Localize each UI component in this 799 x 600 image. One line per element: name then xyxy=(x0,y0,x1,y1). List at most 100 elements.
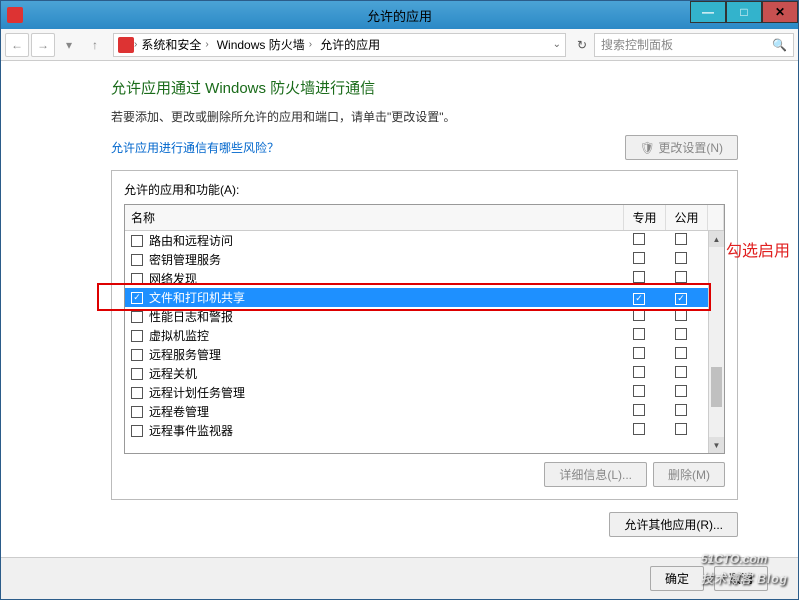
list-row[interactable]: 密钥管理服务 xyxy=(125,250,724,269)
allow-other-app-button[interactable]: 允许其他应用(R)... xyxy=(609,512,738,537)
checkbox[interactable] xyxy=(675,328,687,340)
annotation-text: 勾选启用 xyxy=(726,237,790,261)
app-icon xyxy=(7,7,23,23)
search-placeholder: 搜索控制面板 xyxy=(601,36,673,53)
checkbox[interactable] xyxy=(633,328,645,340)
row-name: 虚拟机监控 xyxy=(149,327,618,344)
checkbox[interactable] xyxy=(633,366,645,378)
checkbox[interactable] xyxy=(675,309,687,321)
panel-label: 允许的应用和功能(A): xyxy=(124,181,725,198)
checkbox[interactable] xyxy=(675,366,687,378)
row-name: 远程计划任务管理 xyxy=(149,384,618,401)
breadcrumb-seg-0[interactable]: 系统和安全› xyxy=(137,36,212,53)
breadcrumb[interactable]: › 系统和安全› Windows 防火墙› 允许的应用 ⌄ xyxy=(113,33,566,57)
scroll-down-button[interactable]: ▼ xyxy=(709,437,724,453)
search-input[interactable]: 搜索控制面板 🔍 xyxy=(594,33,794,57)
content-area: 允许应用通过 Windows 防火墙进行通信 若要添加、更改或删除所允许的应用和… xyxy=(1,61,798,547)
page-heading: 允许应用通过 Windows 防火墙进行通信 xyxy=(111,77,738,98)
shield-icon: 🛡 xyxy=(640,141,655,155)
breadcrumb-seg-2[interactable]: 允许的应用 xyxy=(316,36,384,53)
list-row[interactable]: 远程关机 xyxy=(125,364,724,383)
checkbox[interactable] xyxy=(675,404,687,416)
ok-button[interactable]: 确定 xyxy=(650,566,704,591)
nav-forward-button[interactable]: → xyxy=(31,33,55,57)
list-row[interactable]: 远程服务管理 xyxy=(125,345,724,364)
navigation-bar: ← → ▾ ↑ › 系统和安全› Windows 防火墙› 允许的应用 ⌄ ↻ … xyxy=(1,29,798,61)
checkbox[interactable] xyxy=(131,349,143,361)
checkbox[interactable] xyxy=(675,252,687,264)
checkbox[interactable] xyxy=(633,385,645,397)
row-name: 远程服务管理 xyxy=(149,346,618,363)
col-name[interactable]: 名称 xyxy=(125,205,624,230)
checkbox[interactable]: ✓ xyxy=(675,293,687,305)
checkbox[interactable] xyxy=(131,425,143,437)
dialog-buttons: 确定 取消 xyxy=(1,557,798,599)
breadcrumb-icon xyxy=(118,37,134,53)
checkbox[interactable] xyxy=(131,254,143,266)
checkbox[interactable] xyxy=(675,233,687,245)
apps-list: 名称 专用 公用 路由和远程访问密钥管理服务网络发现 ✓ 文件和打印机共享 ✓ ✓ 性能日… xyxy=(124,204,725,454)
checkbox[interactable]: ✓ xyxy=(633,293,645,305)
window-title: 允许的应用 xyxy=(367,6,432,25)
control-panel-window: 允许的应用 — □ ✕ ← → ▾ ↑ › 系统和安全› Windows 防火墙… xyxy=(0,0,799,600)
checkbox[interactable] xyxy=(633,423,645,435)
row-name: 文件和打印机共享 xyxy=(149,289,618,306)
nav-history-dropdown[interactable]: ▾ xyxy=(57,33,81,57)
nav-back-button[interactable]: ← xyxy=(5,33,29,57)
col-private[interactable]: 专用 xyxy=(624,205,666,230)
scroll-up-button[interactable]: ▲ xyxy=(709,231,724,247)
row-name: 远程关机 xyxy=(149,365,618,382)
maximize-button[interactable]: □ xyxy=(726,1,762,23)
list-row[interactable]: 虚拟机监控 xyxy=(125,326,724,345)
list-row[interactable]: 性能日志和警报 xyxy=(125,307,724,326)
scroll-thumb[interactable] xyxy=(711,367,722,407)
checkbox[interactable] xyxy=(131,368,143,380)
checkbox[interactable] xyxy=(633,252,645,264)
scrollbar[interactable]: ▲ ▼ xyxy=(708,231,724,453)
checkbox[interactable] xyxy=(675,271,687,283)
breadcrumb-seg-1[interactable]: Windows 防火墙› xyxy=(213,36,316,53)
remove-button[interactable]: 删除(M) xyxy=(653,462,725,487)
checkbox[interactable] xyxy=(131,387,143,399)
refresh-button[interactable]: ↻ xyxy=(570,33,594,57)
checkbox[interactable] xyxy=(131,311,143,323)
scroll-track[interactable] xyxy=(709,247,724,437)
list-row[interactable]: ✓ 文件和打印机共享 ✓ ✓ xyxy=(125,288,724,307)
checkbox[interactable]: ✓ xyxy=(131,292,143,304)
checkbox[interactable] xyxy=(633,404,645,416)
list-row[interactable]: 路由和远程访问 xyxy=(125,231,724,250)
checkbox[interactable] xyxy=(131,406,143,418)
page-subtext: 若要添加、更改或删除所允许的应用和端口，请单击"更改设置"。 xyxy=(111,108,738,125)
change-settings-button[interactable]: 🛡 更改设置(N) xyxy=(625,135,738,160)
checkbox[interactable] xyxy=(131,273,143,285)
search-icon: 🔍 xyxy=(772,38,787,52)
list-row[interactable]: 远程事件监视器 xyxy=(125,421,724,440)
details-button[interactable]: 详细信息(L)... xyxy=(544,462,647,487)
checkbox[interactable] xyxy=(131,235,143,247)
list-row[interactable]: 远程计划任务管理 xyxy=(125,383,724,402)
cancel-button[interactable]: 取消 xyxy=(714,566,768,591)
checkbox[interactable] xyxy=(633,271,645,283)
col-public[interactable]: 公用 xyxy=(666,205,708,230)
window-controls: — □ ✕ xyxy=(690,1,798,23)
row-name: 远程卷管理 xyxy=(149,403,618,420)
row-name: 远程事件监视器 xyxy=(149,422,618,439)
list-row[interactable]: 网络发现 xyxy=(125,269,724,288)
nav-up-button[interactable]: ↑ xyxy=(83,33,107,57)
minimize-button[interactable]: — xyxy=(690,1,726,23)
list-row[interactable]: 远程卷管理 xyxy=(125,402,724,421)
close-button[interactable]: ✕ xyxy=(762,1,798,23)
breadcrumb-dropdown-icon[interactable]: ⌄ xyxy=(553,39,561,50)
checkbox[interactable] xyxy=(675,423,687,435)
risk-link[interactable]: 允许应用进行通信有哪些风险？ xyxy=(111,139,279,156)
checkbox[interactable] xyxy=(675,347,687,359)
checkbox[interactable] xyxy=(633,233,645,245)
list-header: 名称 专用 公用 xyxy=(125,205,724,231)
checkbox[interactable] xyxy=(633,347,645,359)
row-name: 网络发现 xyxy=(149,270,618,287)
list-body: 路由和远程访问密钥管理服务网络发现 ✓ 文件和打印机共享 ✓ ✓ 性能日志和警报虚拟机监控… xyxy=(125,231,724,453)
checkbox[interactable] xyxy=(675,385,687,397)
checkbox[interactable] xyxy=(131,330,143,342)
checkbox[interactable] xyxy=(633,309,645,321)
titlebar: 允许的应用 — □ ✕ xyxy=(1,1,798,29)
